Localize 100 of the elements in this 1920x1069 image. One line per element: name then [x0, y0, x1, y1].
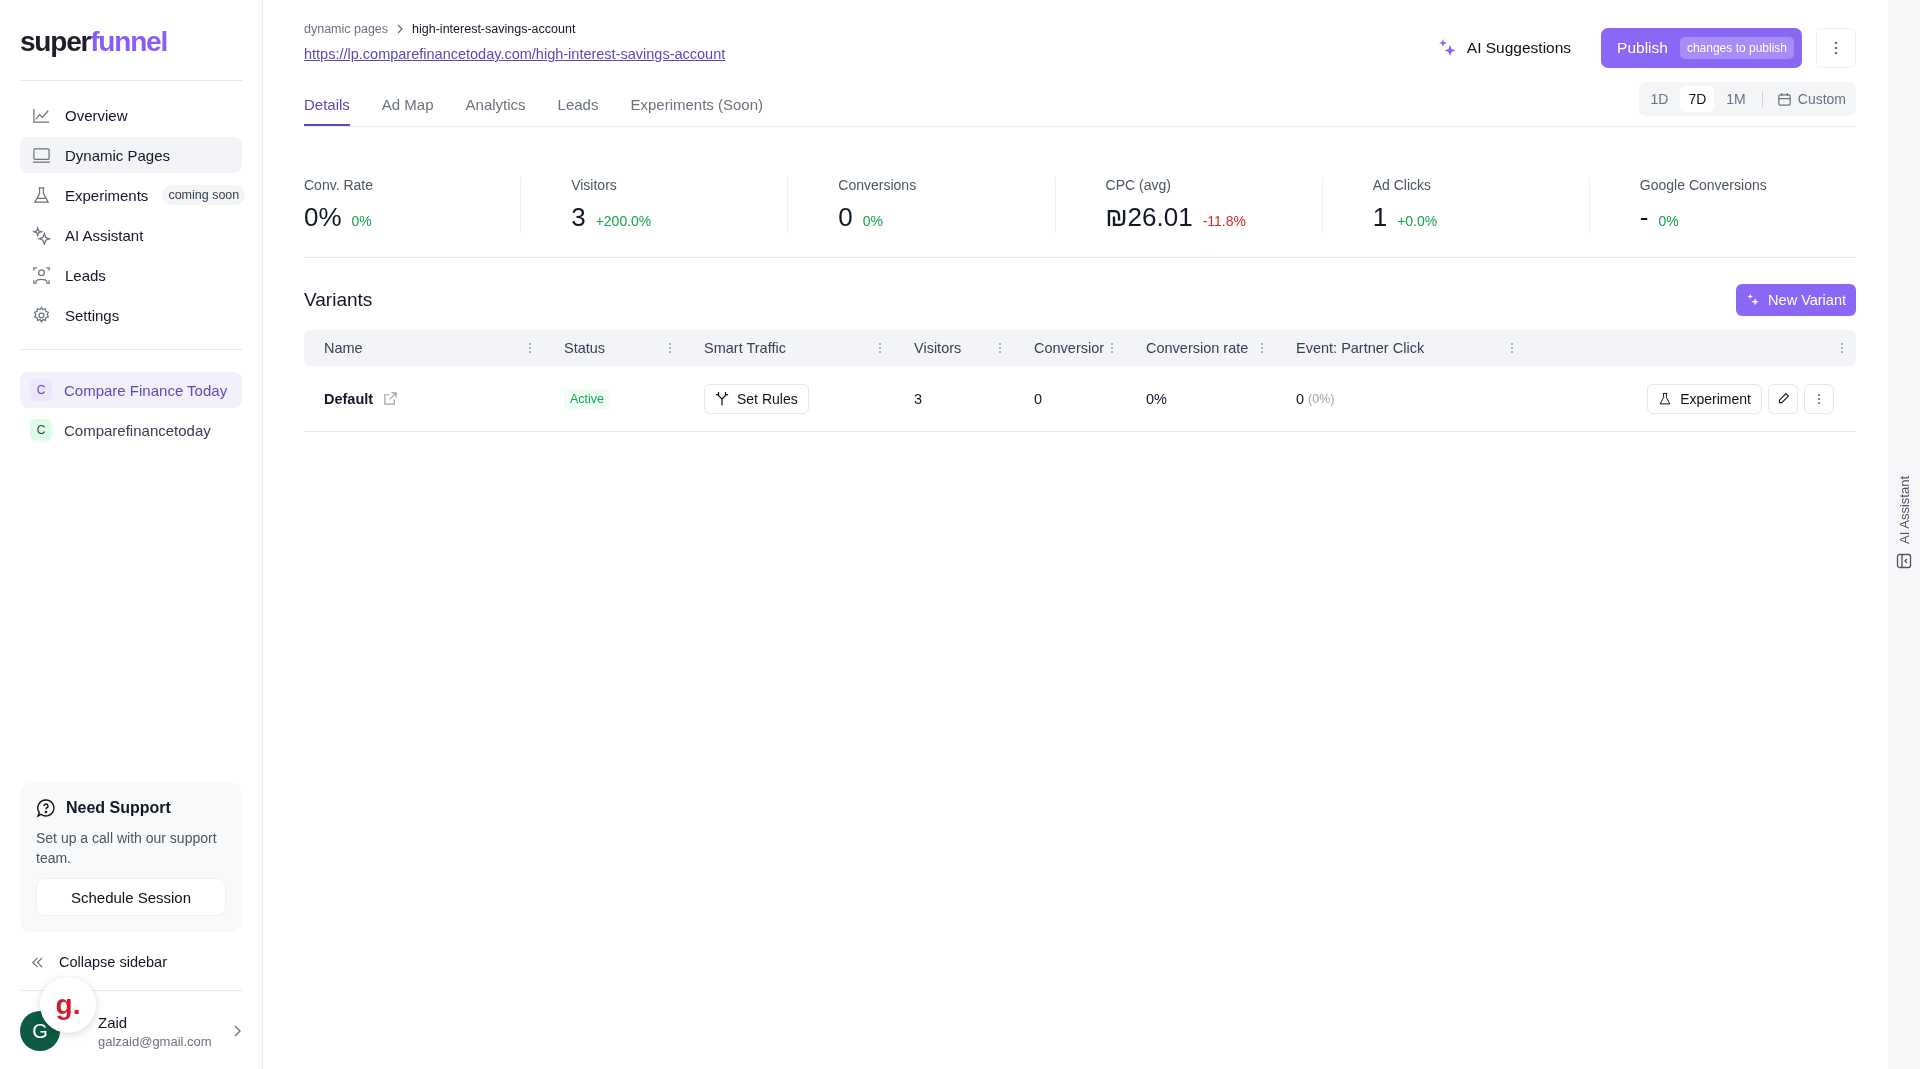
changes-badge: changes to publish: [1679, 37, 1794, 59]
column-menu-icon[interactable]: [1510, 341, 1514, 355]
publish-button[interactable]: Publish changes to publish: [1601, 28, 1802, 68]
column-header[interactable]: Status: [564, 340, 606, 356]
stat-label: Conversions: [838, 177, 917, 193]
sparkle-icon: [1746, 293, 1761, 307]
tab[interactable]: Experiments (Soon): [630, 84, 764, 126]
project-item[interactable]: C Comparefinancetoday: [20, 412, 242, 448]
stat-value: ₪26.01: [1105, 202, 1193, 233]
page-url-link[interactable]: https://lp.comparefinancetoday.com/high-interest-savings-account: [304, 46, 726, 62]
ai-assistant-label: AI Assistant: [1896, 475, 1912, 544]
stat-value: -: [1639, 202, 1649, 233]
column-menu-icon[interactable]: [1840, 341, 1844, 355]
ai-suggestions-button[interactable]: AI Suggestions: [1430, 37, 1578, 59]
stat-label: Google Conversions: [1639, 177, 1767, 193]
column-menu-icon[interactable]: [998, 341, 1002, 355]
custom-range-button[interactable]: Custom: [1770, 91, 1852, 107]
range-option[interactable]: 7D: [1680, 86, 1715, 112]
nav-label: Settings: [65, 306, 120, 324]
flask-icon: [32, 185, 51, 205]
table-cell: 0: [1034, 390, 1043, 407]
column-menu-icon[interactable]: [878, 341, 882, 355]
column-header[interactable]: Event: Partner Click: [1296, 340, 1425, 356]
new-variant-button[interactable]: New Variant: [1736, 284, 1856, 316]
column-header[interactable]: Name: [324, 340, 363, 356]
tab[interactable]: Leads: [557, 84, 599, 126]
stat-change: 0%: [351, 213, 372, 229]
nav-label: Experiments: [65, 186, 149, 204]
pencil-icon: [1776, 392, 1790, 405]
stat-value: 0%: [304, 202, 342, 233]
project-name: Compare Finance Today: [64, 381, 228, 399]
nav-item[interactable]: Leads: [20, 257, 242, 293]
panel-icon: [1896, 553, 1912, 570]
nav-label: AI Assistant: [65, 226, 144, 244]
more-options-button[interactable]: [1816, 28, 1856, 68]
support-text: Set up a call with our support team.: [36, 829, 218, 868]
table-cell: 0: [1296, 390, 1305, 407]
more-icon: [1834, 40, 1838, 56]
status-tag: Active: [564, 388, 611, 409]
column-header[interactable]: Conversior: [1034, 340, 1105, 356]
edit-button[interactable]: [1768, 383, 1798, 414]
range-option[interactable]: 1M: [1718, 86, 1754, 112]
coming-soon-tag: coming soon: [162, 185, 246, 205]
set-rules-button[interactable]: Set Rules: [704, 383, 809, 414]
tab[interactable]: Ad Map: [381, 84, 434, 126]
stat-change: 0%: [1658, 213, 1679, 229]
nav-item[interactable]: Dynamic Pages: [20, 137, 242, 173]
nav-item[interactable]: Settings: [20, 297, 242, 333]
row-menu-button[interactable]: [1804, 383, 1834, 414]
user-email: galzaid@gmail.com: [98, 1033, 213, 1049]
project-name: Comparefinancetoday: [64, 421, 211, 439]
calendar-icon: [1776, 91, 1792, 107]
project-item[interactable]: C Compare Finance Today: [20, 372, 242, 408]
tab[interactable]: Details: [304, 84, 350, 126]
chevron-right-icon[interactable]: [232, 1023, 242, 1039]
nav-label: Leads: [65, 266, 106, 284]
stat-label: Conv. Rate: [304, 177, 373, 193]
column-header[interactable]: Conversion rate: [1146, 340, 1249, 356]
split-arrow-icon: [715, 391, 729, 406]
stat-value: 1: [1372, 202, 1388, 233]
nav-label: Overview: [65, 106, 128, 124]
stat-label: CPC (avg): [1105, 177, 1171, 193]
nav-item[interactable]: AI Assistant: [20, 217, 242, 253]
sparkle-icon: [32, 225, 51, 245]
column-menu-icon[interactable]: [668, 341, 672, 355]
tab[interactable]: Analytics: [465, 84, 526, 126]
breadcrumb-current: high-interest-savings-account: [412, 22, 576, 36]
stat-value: 3: [571, 202, 586, 233]
experiment-button[interactable]: Experiment: [1647, 383, 1762, 414]
column-header[interactable]: Visitors: [914, 340, 962, 356]
breadcrumb-link[interactable]: dynamic pages: [304, 22, 389, 36]
help-icon: [36, 798, 56, 818]
person-icon: [32, 265, 51, 285]
schedule-session-button[interactable]: Schedule Session: [36, 878, 226, 916]
external-link-icon[interactable]: [383, 391, 399, 406]
stat-label: Ad Clicks: [1372, 177, 1432, 193]
user-name: Zaid: [98, 1013, 129, 1031]
project-initial-avatar: C: [30, 379, 52, 401]
variant-name: Default: [324, 390, 374, 407]
nav-label: Dynamic Pages: [65, 146, 171, 164]
table-cell: 3: [914, 390, 923, 407]
stat-value: 0: [838, 202, 853, 233]
column-header[interactable]: Smart Traffic: [704, 340, 786, 356]
collapse-sidebar-link[interactable]: Collapse sidebar: [59, 954, 167, 970]
superfunnel-logo: superfunnel: [20, 26, 168, 58]
nav-item[interactable]: Overview: [20, 97, 242, 133]
support-title: Need Support: [66, 799, 171, 817]
stat-change: 0%: [862, 213, 884, 229]
stat-label: Visitors: [571, 177, 617, 193]
ai-assistant-panel-tab[interactable]: AI Assistant: [1888, 0, 1920, 1069]
range-option[interactable]: 1D: [1642, 86, 1677, 112]
chevron-right-icon: [396, 23, 405, 35]
stat-change: +0.0%: [1397, 213, 1438, 229]
column-menu-icon[interactable]: [528, 341, 532, 355]
variants-title: Variants: [304, 289, 373, 311]
column-menu-icon[interactable]: [1260, 341, 1264, 355]
table-cell: 0%: [1146, 390, 1167, 407]
stat-change: -11.8%: [1202, 213, 1246, 229]
column-menu-icon[interactable]: [1110, 341, 1114, 355]
monitor-icon: [32, 145, 51, 165]
